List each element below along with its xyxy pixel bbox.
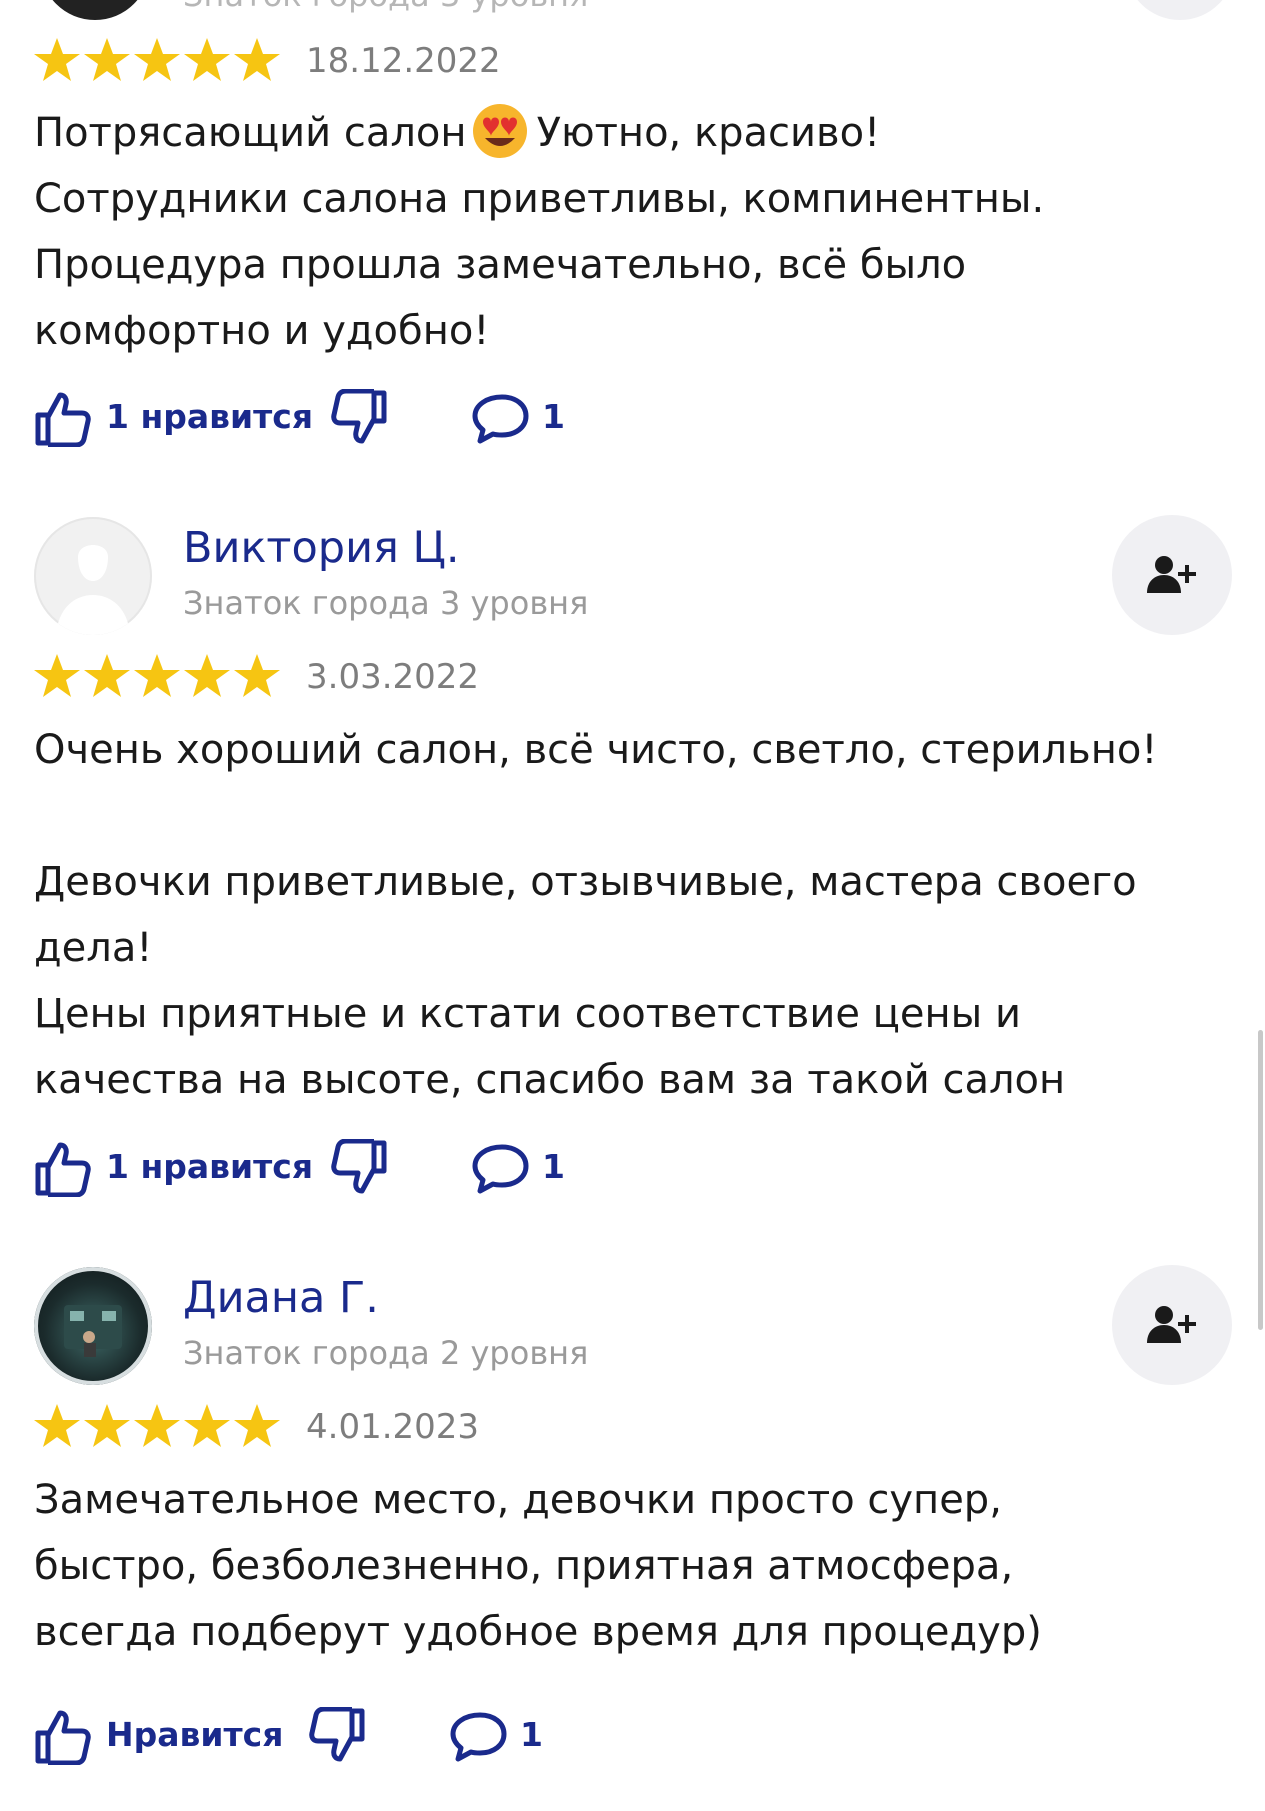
thumbs-up-icon: [35, 392, 91, 447]
heart-eyes-emoji-icon: [472, 104, 527, 158]
review-text: Очень хороший салон, всё чисто, светло, …: [34, 717, 1244, 1113]
review-text-line: комфортно и удобно!: [34, 308, 490, 354]
review-date: 18.12.2022: [306, 41, 501, 81]
review-text-line: Замечательное место, девочки просто супе…: [34, 1477, 1002, 1523]
author-name[interactable]: Диана Г.: [183, 1271, 379, 1325]
comment-bubble-icon: [472, 394, 529, 444]
comments-button[interactable]: 1: [450, 1701, 550, 1771]
comment-bubble-icon: [450, 1712, 507, 1762]
review-meta: 4.01.2023: [0, 1400, 1265, 1456]
review-text: Потрясающий салон Уютно, красиво! Сотрудн…: [34, 100, 1244, 364]
review-meta: 3.03.2022: [0, 650, 1265, 706]
thumbs-up-icon: [35, 1142, 91, 1197]
thumbs-down-icon: [309, 1707, 365, 1762]
thumbs-up-icon: [35, 1710, 91, 1765]
review-text-line: Сотрудники салона приветливы, компинентн…: [34, 176, 1045, 222]
review-date: 3.03.2022: [306, 657, 480, 697]
author-level: Знаток города 2 уровня: [183, 1334, 589, 1372]
review-text-line: [34, 783, 1244, 849]
default-user-icon: [56, 545, 130, 635]
review-text-line: Очень хороший салон, всё чисто, светло, …: [34, 727, 1158, 773]
like-button[interactable]: 1 нравится: [34, 383, 313, 453]
comments-button[interactable]: 1: [472, 1133, 572, 1203]
add-user-icon: [1147, 556, 1196, 593]
comment-bubble-icon: [472, 1144, 529, 1194]
dislike-button[interactable]: [308, 1701, 372, 1771]
author-level: Знаток города 3 уровня: [183, 0, 588, 14]
add-user-icon: [1147, 1306, 1196, 1343]
dislike-button[interactable]: [330, 383, 394, 453]
avatar[interactable]: [34, 1267, 152, 1385]
avatar[interactable]: [40, 0, 150, 20]
review-text-line: быстро, безболезненно, приятная атмосфер…: [34, 1543, 1014, 1589]
rating-stars: [34, 1404, 280, 1447]
review-actions: 1 нравится 1: [0, 383, 1265, 453]
review-text-line: Девочки приветливые, отзывчивые, мастера…: [34, 859, 1137, 905]
thumbs-down-icon: [331, 389, 387, 444]
user-photo: [64, 1305, 122, 1357]
review-text-line: качества на высоте, спасибо вам за такой…: [34, 1057, 1066, 1103]
review-author: Диана Г. Знаток города 2 уровня: [0, 1265, 1265, 1389]
like-button[interactable]: 1 нравится: [34, 1133, 313, 1203]
follow-button[interactable]: [1112, 1265, 1232, 1385]
review-date: 4.01.2023: [306, 1407, 480, 1447]
author-name[interactable]: Виктория Ц.: [183, 521, 460, 575]
review-text-line: дела!: [34, 925, 153, 971]
thumbs-down-icon: [331, 1139, 387, 1194]
review-text: Замечательное место, девочки просто супе…: [34, 1467, 1244, 1665]
dislike-button[interactable]: [330, 1133, 394, 1203]
rating-stars: [34, 38, 280, 81]
review-actions: Нравится 1: [0, 1701, 1265, 1771]
comments-button[interactable]: 1: [472, 383, 572, 453]
like-button[interactable]: Нравится: [34, 1701, 283, 1771]
review-author: Виктория Ц. Знаток города 3 уровня: [0, 515, 1265, 639]
review-text-line: Процедура прошла замечательно, всё было: [34, 242, 967, 288]
review-text-line: Цены приятные и кстати соответствие цены…: [34, 991, 1021, 1037]
follow-button[interactable]: [1112, 515, 1232, 635]
review-text-line: всегда подберут удобное время для процед…: [34, 1609, 1042, 1655]
scrollbar[interactable]: [1258, 1030, 1263, 1330]
follow-button[interactable]: [1125, 0, 1235, 20]
review-meta: 18.12.2022: [0, 34, 1265, 90]
author-level: Знаток города 3 уровня: [183, 584, 589, 622]
review-text-line: Потрясающий салон Уютно, красиво!: [34, 100, 1244, 166]
review-actions: 1 нравится 1: [0, 1133, 1265, 1203]
avatar[interactable]: [34, 517, 152, 635]
rating-stars: [34, 654, 280, 697]
